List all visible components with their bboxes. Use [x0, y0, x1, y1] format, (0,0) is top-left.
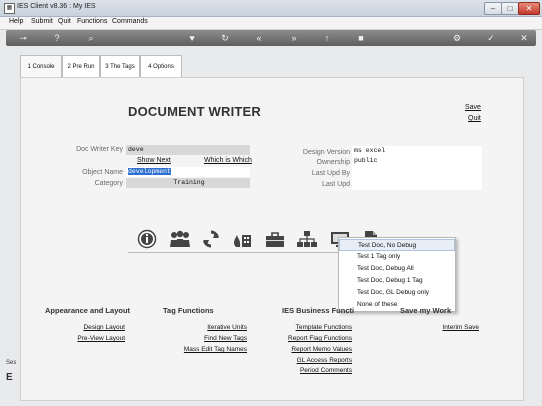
- ies-business-functions-heading: IES Business Functi: [282, 306, 355, 315]
- interim-save-link[interactable]: Interim Save: [400, 324, 480, 331]
- heart-icon[interactable]: ♥: [186, 32, 198, 44]
- menu-submit[interactable]: Submit: [31, 18, 53, 25]
- dropdown-item-1-tag-only[interactable]: Test 1 Tag only: [339, 251, 455, 263]
- key-icon[interactable]: ⊸: [14, 32, 32, 44]
- help-icon[interactable]: ?: [51, 32, 63, 44]
- dropdown-item-no-debug[interactable]: Test Doc, No Debug: [339, 239, 455, 251]
- menu-help[interactable]: Help: [9, 18, 23, 25]
- report-flag-functions-link[interactable]: Report Flag Functions: [262, 335, 352, 342]
- settings-icon[interactable]: ⚙: [451, 32, 463, 44]
- object-name-field[interactable]: development: [126, 167, 250, 177]
- app-window: ▦ IES Client v8.36 : My IES – □ ✕ Help S…: [0, 0, 542, 406]
- find-new-tags-link[interactable]: Find New Tags: [160, 335, 247, 342]
- info-icon[interactable]: [137, 229, 157, 249]
- side-panel-letter: E: [6, 372, 13, 383]
- design-version-field[interactable]: ms excel: [354, 146, 482, 155]
- doc-writer-key-label: Doc Writer Key: [76, 146, 123, 153]
- window-title: IES Client v8.36 : My IES: [17, 3, 96, 10]
- last-upd-by-label: Last Upd By: [311, 170, 350, 177]
- fast-forward-icon[interactable]: »: [288, 32, 300, 44]
- minimize-button[interactable]: –: [484, 2, 502, 15]
- close-window-button[interactable]: ✕: [518, 2, 540, 15]
- hierarchy-icon[interactable]: [296, 229, 317, 249]
- menu-functions[interactable]: Functions: [77, 18, 107, 25]
- search-icon[interactable]: ⌕: [85, 32, 97, 44]
- tab-the-tags[interactable]: 3 The Tags: [100, 55, 140, 78]
- maximize-button[interactable]: □: [501, 2, 519, 15]
- menu-bar: Help Submit Quit Functions Commands: [0, 17, 542, 30]
- tab-options[interactable]: 4 Options: [140, 55, 182, 78]
- up-arrow-icon[interactable]: ↑: [321, 32, 333, 44]
- refresh-icon[interactable]: ↻: [219, 32, 231, 44]
- doc-writer-key-field[interactable]: deve: [126, 145, 250, 155]
- page-title: DOCUMENT WRITER: [128, 104, 261, 119]
- category-field[interactable]: Training: [126, 178, 250, 188]
- side-panel-text: Ses: [6, 360, 17, 366]
- iterative-units-link[interactable]: Iterative Units: [160, 324, 247, 331]
- show-next-link[interactable]: Show Next: [137, 157, 171, 164]
- object-name-value: development: [128, 168, 171, 175]
- design-layout-link[interactable]: Design Layout: [45, 324, 125, 331]
- tab-pre-run[interactable]: 2 Pre Run: [62, 55, 100, 78]
- tab-console[interactable]: 1 Console: [20, 55, 62, 78]
- ownership-label: Ownership: [316, 159, 350, 166]
- menu-commands[interactable]: Commands: [112, 18, 148, 25]
- rewind-icon[interactable]: «: [253, 32, 265, 44]
- gl-access-reports-link[interactable]: GL Access Reports: [262, 357, 352, 364]
- toolbar: ⊸ ? ⌕ ♥ ↻ « » ↑ ■ ⚙ ✓ ✕: [6, 30, 536, 46]
- category-label: Category: [94, 180, 123, 187]
- app-icon: ▦: [4, 3, 15, 14]
- design-version-label: Design Version: [302, 149, 350, 156]
- fire-building-icon[interactable]: [231, 229, 251, 249]
- appearance-layout-heading: Appearance and Layout: [45, 306, 131, 315]
- save-my-work-heading: Save my Work: [400, 306, 452, 315]
- check-icon[interactable]: ✓: [485, 32, 497, 44]
- test-doc-dropdown: Test Doc, No Debug Test 1 Tag only Test …: [338, 237, 456, 312]
- quit-link[interactable]: Quit: [468, 115, 481, 122]
- mass-edit-tag-names-link[interactable]: Mass Edit Tag Names: [160, 346, 247, 353]
- menu-quit[interactable]: Quit: [58, 18, 71, 25]
- ownership-field[interactable]: public: [354, 156, 482, 165]
- period-comments-link[interactable]: Period Comments: [262, 367, 352, 374]
- report-memo-values-link[interactable]: Report Memo Values: [262, 346, 352, 353]
- object-name-label: Object Name: [82, 169, 123, 176]
- close-icon[interactable]: ✕: [518, 32, 530, 44]
- design-info-box: ms excel public: [352, 146, 482, 190]
- which-is-which-link[interactable]: Which is Which: [204, 157, 252, 164]
- last-upd-label: Last Upd: [321, 181, 350, 188]
- sync-icon[interactable]: [201, 229, 221, 249]
- dropdown-item-debug-all[interactable]: Test Doc, Debug All: [339, 263, 455, 275]
- stop-icon[interactable]: ■: [355, 32, 367, 44]
- tag-functions-heading: Tag Functions: [163, 306, 214, 315]
- title-bar: ▦ IES Client v8.36 : My IES – □ ✕: [0, 0, 542, 17]
- users-icon[interactable]: [169, 229, 190, 249]
- preview-layout-link[interactable]: Pre-View Layout: [45, 335, 125, 342]
- dropdown-item-gl-debug[interactable]: Test Doc, GL Debug only: [339, 287, 455, 299]
- briefcase-icon[interactable]: [264, 229, 284, 249]
- dropdown-item-debug-1-tag[interactable]: Test Doc, Debug 1 Tag: [339, 275, 455, 287]
- template-functions-link[interactable]: Template Functions: [262, 324, 352, 331]
- side-panel-fragment: Ses E: [6, 360, 16, 383]
- save-link[interactable]: Save: [465, 104, 481, 111]
